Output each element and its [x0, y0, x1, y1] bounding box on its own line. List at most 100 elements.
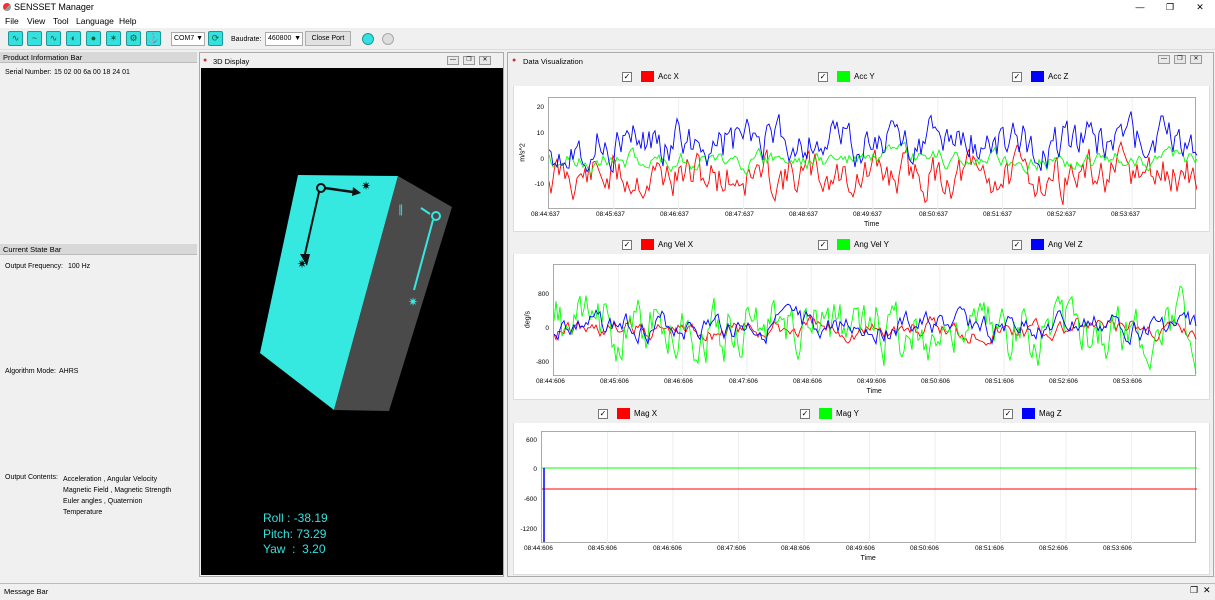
- minimize-icon[interactable]: —: [447, 56, 459, 65]
- x-axis-title: Time: [860, 555, 876, 562]
- series-x-checkbox[interactable]: ✓: [622, 72, 632, 82]
- restore-icon[interactable]: ❐: [1160, 1, 1180, 13]
- port-select[interactable]: COM7 ▼: [171, 32, 205, 46]
- series-x-label: Acc X: [658, 72, 679, 81]
- gauge-icon[interactable]: ◐: [66, 31, 81, 46]
- roll-label: Roll :: [263, 511, 291, 525]
- yaw-label: Yaw :: [263, 542, 296, 556]
- compass-icon[interactable]: ✶: [106, 31, 121, 46]
- location-icon[interactable]: ●: [86, 31, 101, 46]
- data-visualization-title: Data Visualization: [523, 57, 583, 66]
- x-tick-label: 08:47:637: [725, 211, 754, 218]
- plot-area[interactable]: [541, 431, 1197, 544]
- menu-language[interactable]: Language: [76, 16, 114, 26]
- pitch-label: Pitch:: [263, 527, 294, 541]
- series-y-checkbox[interactable]: ✓: [800, 409, 810, 419]
- wave-icon[interactable]: ~: [27, 31, 42, 46]
- x-tick-label: 08:48:637: [789, 211, 818, 218]
- gear-icon[interactable]: ⚙: [126, 31, 141, 46]
- pulse-icon[interactable]: ∿: [46, 31, 61, 46]
- chevron-down-icon: ▼: [294, 35, 301, 42]
- close-icon[interactable]: ✕: [1203, 585, 1211, 596]
- close-icon[interactable]: ✕: [1190, 55, 1202, 64]
- window-title: SENSSET Manager: [14, 2, 94, 12]
- 3d-canvas[interactable]: ✷ ✷ ✷ ∥: [201, 68, 503, 575]
- series-z-swatch: [1022, 408, 1035, 419]
- output-content-item: Euler angles , Quaternion: [63, 498, 143, 505]
- x-tick-label: 08:44:606: [524, 545, 553, 552]
- app-logo-icon: [3, 3, 11, 11]
- chevron-down-icon: ▼: [196, 35, 203, 42]
- yaw-readout: Yaw : 3.20: [263, 542, 326, 556]
- menu-help[interactable]: Help: [119, 16, 136, 26]
- menu-tool[interactable]: Tool: [53, 16, 69, 26]
- plot-area[interactable]: [548, 97, 1198, 210]
- anchor-icon[interactable]: ⚓: [146, 31, 161, 46]
- x-axis-title: Time: [866, 388, 882, 395]
- x-tick-label: 08:48:606: [793, 378, 822, 385]
- port-value: COM7: [174, 35, 195, 42]
- series-z-checkbox[interactable]: ✓: [1012, 72, 1022, 82]
- serial-number-label: Serial Number:: [5, 69, 52, 76]
- menu-view[interactable]: View: [27, 16, 45, 26]
- series-z-checkbox[interactable]: ✓: [1012, 240, 1022, 250]
- minimize-icon[interactable]: —: [1130, 1, 1150, 13]
- series-y-checkbox[interactable]: ✓: [818, 240, 828, 250]
- y-tick-label: 20: [536, 104, 544, 111]
- menu-file[interactable]: File: [5, 16, 19, 26]
- serial-number-value: 15 02 00 6a 00 18 24 01: [54, 69, 130, 76]
- series-y-swatch: [837, 239, 850, 250]
- restore-icon[interactable]: ❐: [1174, 55, 1186, 64]
- output-contents-list: Acceleration , Angular Velocity Magnetic…: [63, 474, 171, 518]
- svg-text:✷: ✷: [408, 295, 418, 309]
- restore-icon[interactable]: ❐: [1190, 585, 1198, 596]
- x-tick-label: 08:45:606: [600, 378, 629, 385]
- baudrate-select[interactable]: 460800 ▼: [265, 32, 303, 46]
- series-y-label: Mag Y: [836, 409, 859, 418]
- restore-icon[interactable]: ❐: [463, 56, 475, 65]
- series-x-swatch: [641, 239, 654, 250]
- output-content-item: Magnetic Field , Magnetic Strength: [63, 487, 172, 494]
- refresh-icon[interactable]: ⟳: [208, 31, 223, 46]
- x-tick-label: 08:53:606: [1113, 378, 1142, 385]
- series-z-swatch: [1031, 71, 1044, 82]
- series-x-checkbox[interactable]: ✓: [622, 240, 632, 250]
- start-icon[interactable]: [362, 33, 374, 45]
- baudrate-label: Baudrate:: [231, 36, 262, 43]
- roll-value: -38.19: [293, 511, 328, 525]
- svg-text:∥: ∥: [398, 203, 404, 216]
- pitch-value: 73.29: [296, 527, 327, 541]
- y-tick-label: 600: [526, 437, 537, 444]
- chart-icon[interactable]: ∿: [8, 31, 23, 46]
- minimize-icon[interactable]: —: [1158, 55, 1170, 64]
- y-tick-label: 10: [536, 130, 544, 137]
- y-tick-label: -10: [534, 181, 544, 188]
- close-icon[interactable]: ✕: [479, 56, 491, 65]
- svg-text:✷: ✷: [297, 257, 307, 271]
- y-axis-title: m/s^2: [519, 143, 527, 162]
- x-tick-label: 08:50:606: [910, 545, 939, 552]
- series-z-checkbox[interactable]: ✓: [1003, 409, 1013, 419]
- stop-icon[interactable]: [382, 33, 394, 45]
- x-tick-label: 08:47:606: [729, 378, 758, 385]
- x-tick-label: 08:45:637: [596, 211, 625, 218]
- x-tick-label: 08:51:606: [985, 378, 1014, 385]
- series-x-checkbox[interactable]: ✓: [598, 409, 608, 419]
- close-port-button[interactable]: Close Port: [305, 31, 351, 46]
- pitch-readout: Pitch: 73.29: [263, 527, 326, 541]
- close-icon[interactable]: ✕: [1190, 1, 1210, 13]
- plot-area[interactable]: [553, 264, 1197, 377]
- y-axis-title: deg/s: [524, 310, 532, 329]
- algorithm-mode-label: Algorithm Mode:: [5, 368, 56, 375]
- x-tick-label: 08:49:606: [846, 545, 875, 552]
- algorithm-mode-value: AHRS: [59, 368, 79, 375]
- series-z-swatch: [1031, 239, 1044, 250]
- output-frequency-label: Output Frequency:: [5, 263, 63, 270]
- y-tick-label: 0: [540, 156, 544, 163]
- y-tick-label: -1200: [520, 526, 537, 533]
- y-tick-label: -800: [535, 359, 549, 366]
- x-tick-label: 08:48:606: [781, 545, 810, 552]
- x-tick-label: 08:45:606: [588, 545, 617, 552]
- series-y-checkbox[interactable]: ✓: [818, 72, 828, 82]
- x-tick-label: 08:49:637: [853, 211, 882, 218]
